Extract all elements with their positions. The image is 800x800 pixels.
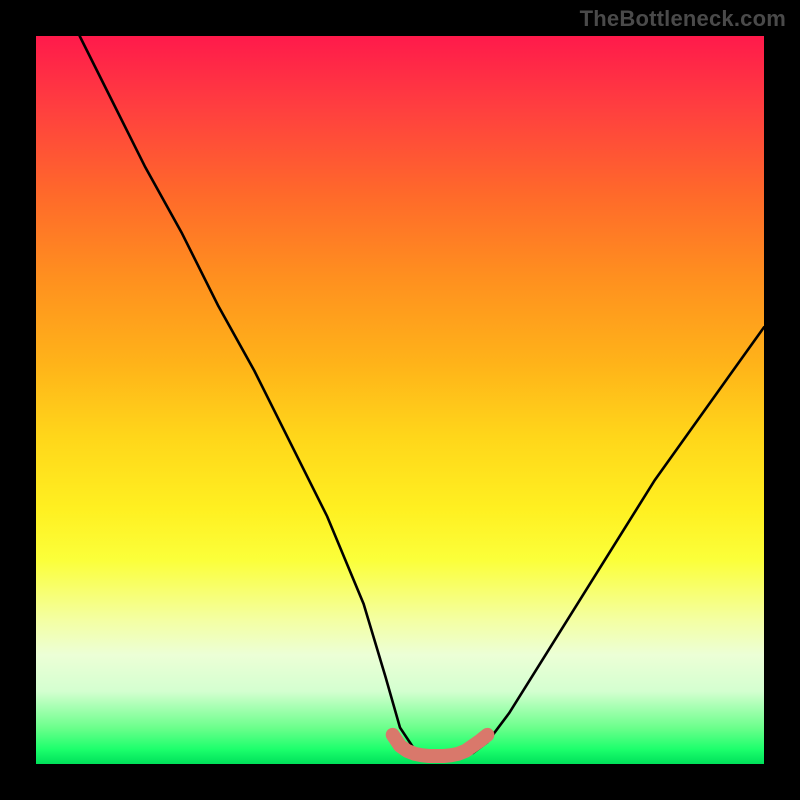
curve-layer xyxy=(36,36,764,764)
watermark-text: TheBottleneck.com xyxy=(580,6,786,32)
plot-area xyxy=(36,36,764,764)
bottleneck-curve xyxy=(80,36,764,757)
chart-frame: TheBottleneck.com xyxy=(0,0,800,800)
